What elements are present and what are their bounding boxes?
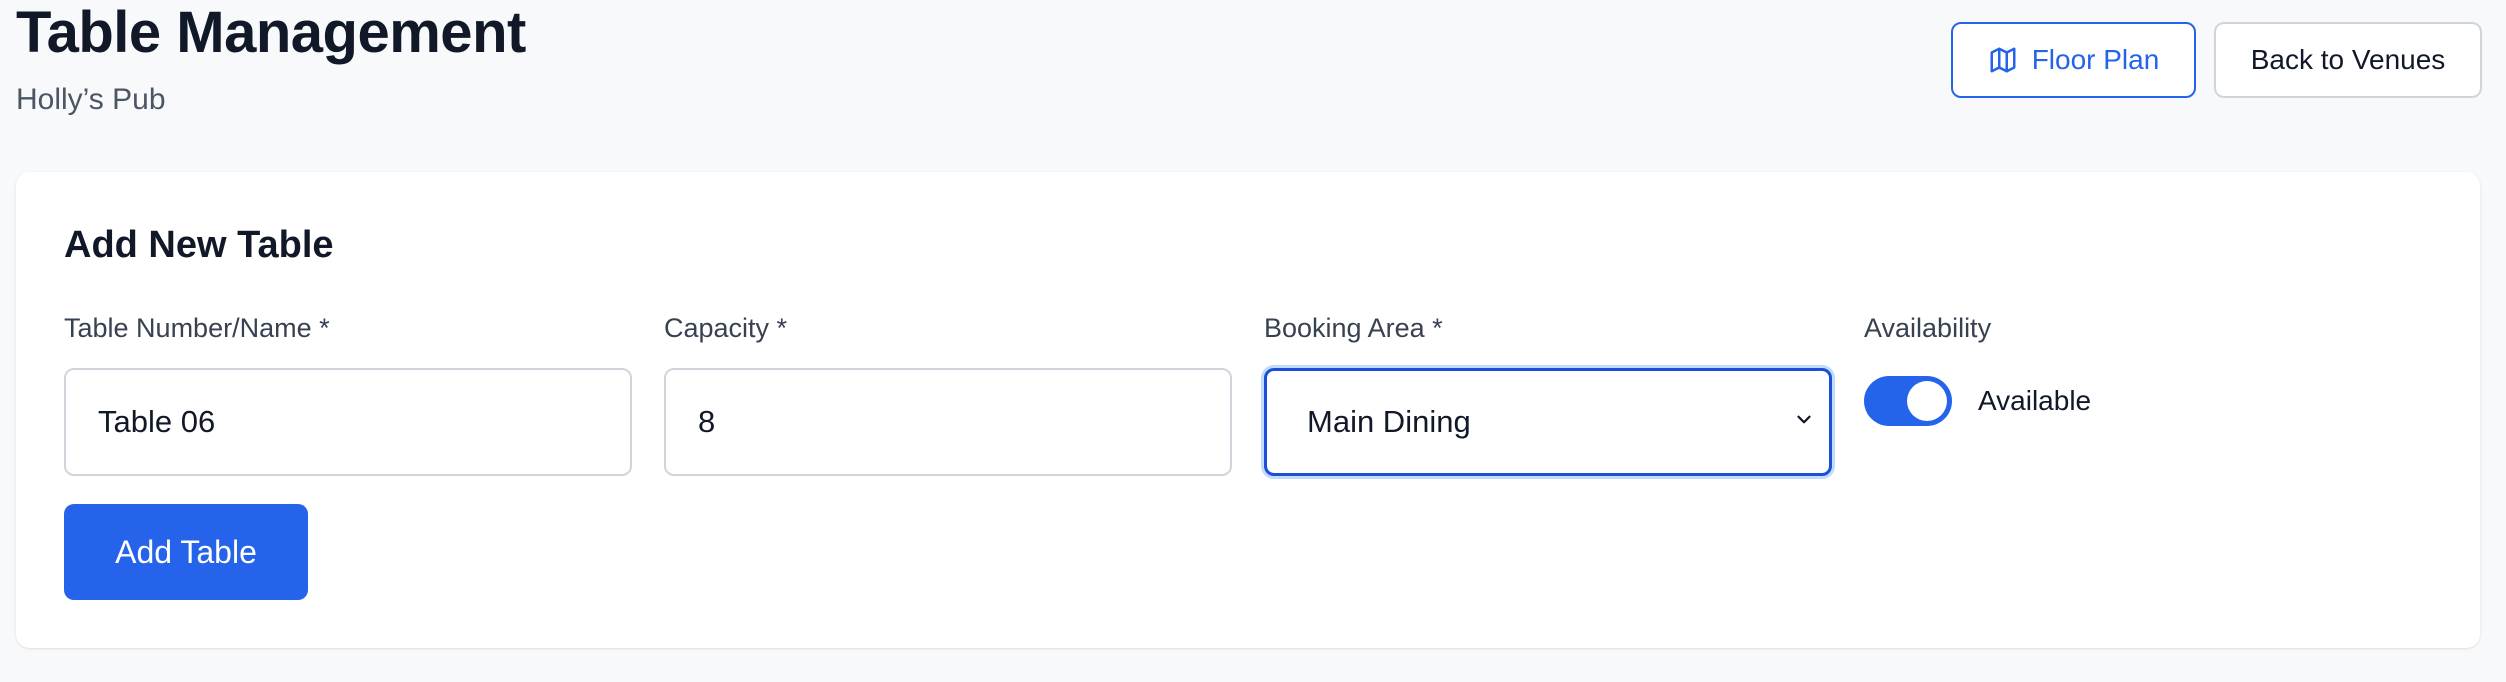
availability-field: Availability Available: [1864, 310, 2091, 434]
capacity-field: Capacity *: [664, 310, 1232, 476]
floor-plan-button[interactable]: Floor Plan: [1951, 22, 2196, 98]
table-name-field: Table Number/Name *: [64, 310, 632, 476]
capacity-label: Capacity *: [664, 313, 788, 343]
table-name-label: Table Number/Name *: [64, 313, 330, 343]
floor-plan-label: Floor Plan: [2031, 44, 2160, 75]
availability-toggle[interactable]: [1864, 376, 1952, 426]
availability-label: Availability: [1864, 313, 1992, 343]
availability-row: Available: [1864, 368, 2091, 434]
capacity-input[interactable]: [664, 368, 1232, 476]
map-icon: [1988, 45, 2018, 75]
table-management-page: Table Management Holly’s Pub Floor Plan …: [0, 0, 2506, 682]
booking-area-select[interactable]: Main Dining: [1264, 368, 1832, 476]
page-title: Table Management: [16, 0, 526, 65]
header-actions: Floor Plan Back to Venues: [1951, 22, 2482, 98]
availability-state-label: Available: [1978, 385, 2092, 416]
booking-area-selected-value: Main Dining: [1307, 404, 1471, 439]
table-name-input[interactable]: [64, 368, 632, 476]
toggle-knob: [1907, 381, 1947, 421]
booking-area-field: Booking Area * Main Dining: [1264, 310, 1832, 476]
back-to-venues-button[interactable]: Back to Venues: [2214, 22, 2482, 98]
booking-area-label: Booking Area *: [1264, 313, 1443, 343]
add-table-button[interactable]: Add Table: [64, 504, 308, 600]
add-table-card: Add New Table Table Number/Name * Capaci…: [16, 172, 2480, 648]
venue-name: Holly’s Pub: [16, 83, 166, 116]
chevron-down-icon: [1793, 409, 1815, 436]
add-table-heading: Add New Table: [64, 224, 334, 266]
